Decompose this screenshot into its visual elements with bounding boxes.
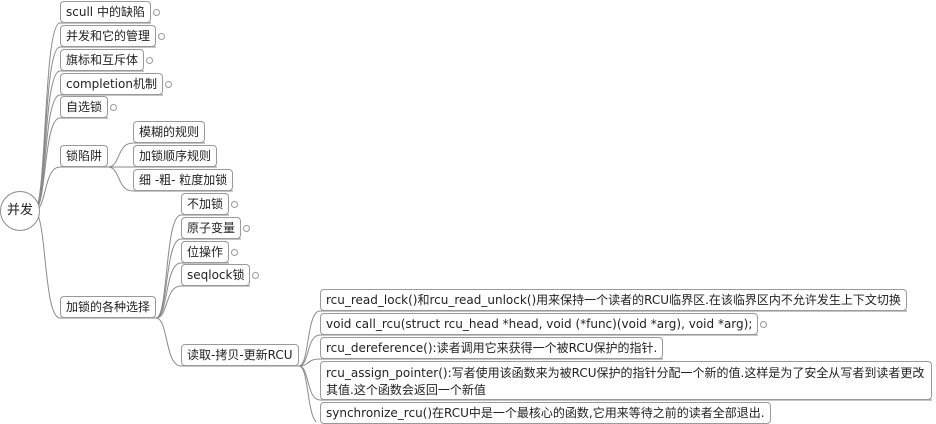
node-seqlock[interactable]: seqlock锁	[181, 264, 251, 286]
expand-toggle-icon[interactable]	[165, 80, 172, 88]
expand-toggle-icon[interactable]	[231, 200, 238, 208]
expand-toggle-icon[interactable]	[110, 103, 117, 111]
node-no-lock[interactable]: 不加锁	[181, 193, 230, 215]
node-granularity-locking[interactable]: 细 -粗- 粒度加锁	[133, 169, 234, 191]
node-bit-operations[interactable]: 位操作	[181, 241, 230, 263]
node-spinlock[interactable]: 自选锁	[60, 96, 109, 118]
expand-toggle-icon[interactable]	[760, 320, 767, 328]
expand-toggle-icon[interactable]	[146, 56, 153, 64]
node-atomic-variables[interactable]: 原子变量	[181, 217, 242, 239]
expand-toggle-icon[interactable]	[153, 8, 160, 16]
connector	[155, 317, 182, 367]
node-semaphore-mutex[interactable]: 旗标和互斥体	[60, 49, 145, 71]
connector	[107, 166, 134, 192]
node-rcu-read-lock[interactable]: rcu_read_lock()和rcu_read_unlock()用来保持一个读…	[320, 289, 907, 311]
node-rcu-assign-pointer[interactable]: rcu_assign_pointer():写者使用该函数来为被RCU保护的指针分…	[320, 361, 932, 400]
expand-toggle-icon[interactable]	[252, 271, 259, 279]
node-lock-order-rules[interactable]: 加锁顺序规则	[133, 145, 218, 167]
expand-toggle-icon[interactable]	[158, 32, 165, 40]
connector	[298, 310, 321, 367]
node-completion[interactable]: completion机制	[60, 73, 163, 95]
node-call-rcu[interactable]: void call_rcu(struct rcu_head *head, voi…	[320, 313, 759, 335]
node-scull-defects[interactable]: scull 中的缺陷	[60, 1, 151, 23]
node-lock-alternatives[interactable]: 加锁的各种选择	[60, 296, 157, 318]
node-concurrency-management[interactable]: 并发和它的管理	[60, 25, 157, 47]
node-ambiguous-rules[interactable]: 模糊的规则	[133, 121, 206, 143]
connector	[107, 142, 134, 168]
connector	[33, 210, 61, 319]
node-lock-traps[interactable]: 锁陷阱	[60, 145, 109, 167]
connector	[298, 365, 317, 422]
expand-toggle-icon[interactable]	[243, 224, 250, 232]
node-synchronize-rcu[interactable]: synchronize_rcu()在RCU中是一个最核心的函数,它用来等待之前的…	[320, 402, 771, 424]
connector	[298, 365, 321, 401]
node-rcu[interactable]: 读取-拷贝-更新RCU	[181, 344, 299, 366]
expand-toggle-icon[interactable]	[231, 248, 238, 256]
node-rcu-dereference[interactable]: rcu_dereference():读者调用它来获得一个被RCU保护的指针.	[320, 337, 664, 359]
root-node-concurrency[interactable]: 并发	[0, 191, 40, 231]
connector	[33, 117, 61, 212]
